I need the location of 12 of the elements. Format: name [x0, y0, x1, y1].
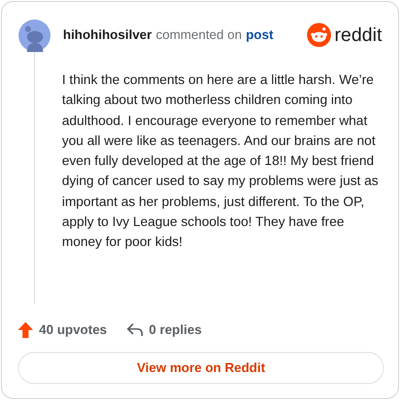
avatar-icon [18, 18, 51, 52]
reply-arrow-icon[interactable] [126, 323, 143, 337]
reddit-logo-icon [307, 23, 332, 47]
post-link[interactable]: post [246, 25, 274, 45]
comment-text: I think the comments on here are a little harsh. We’re talking about two motherless children coming into adulthood. I encourage everyone to remember what you all were like as teenagers. And our brains are not even fully developed at the age of 18!! My best friend dying of cancer used to say my problems were just as important as her problems, just different. To the OP, apply to Ivy League schools too! They have free money for poor kids! [62, 71, 380, 252]
reply-count: 0 replies [148, 321, 202, 340]
upvote-arrow-icon[interactable] [18, 322, 33, 338]
action-text: commented on [156, 26, 242, 44]
username[interactable]: hihohihosilver [63, 25, 152, 45]
upvote-count: 40 upvotes [39, 321, 107, 340]
view-more-button[interactable]: View more on Reddit [18, 352, 384, 384]
logo-text: reddit [334, 26, 382, 44]
